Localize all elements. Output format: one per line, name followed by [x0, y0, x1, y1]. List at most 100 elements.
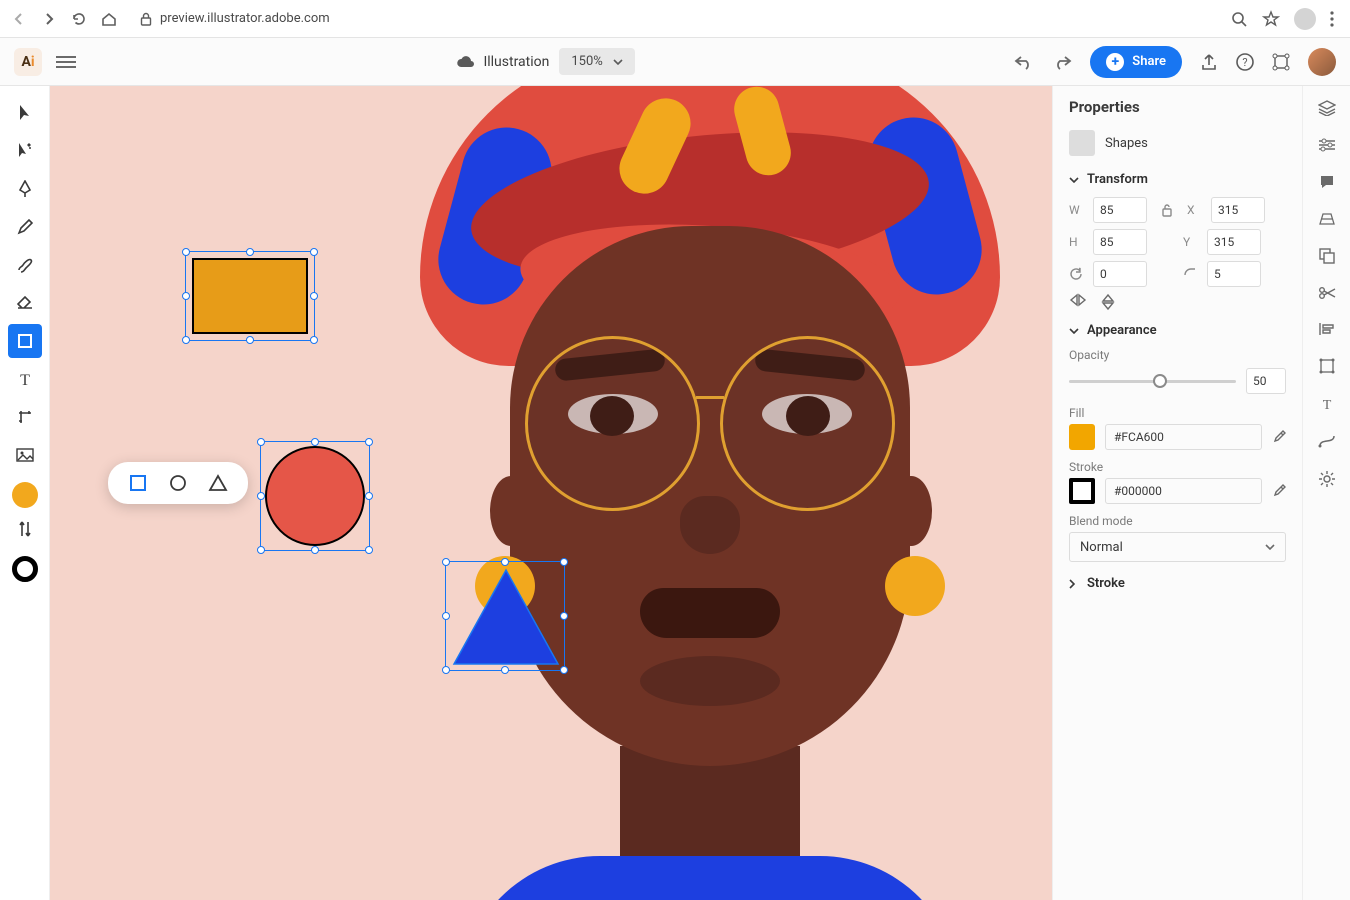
- opacity-input[interactable]: 50: [1246, 368, 1286, 394]
- stroke-hex-input[interactable]: #000000: [1105, 478, 1262, 504]
- layers-icon[interactable]: [1318, 100, 1336, 116]
- swap-fill-stroke[interactable]: [8, 512, 42, 546]
- pencil-tool[interactable]: [8, 210, 42, 244]
- x-input[interactable]: 315: [1211, 197, 1265, 223]
- width-input[interactable]: 85: [1093, 197, 1147, 223]
- y-input[interactable]: 315: [1207, 229, 1261, 255]
- scissors-icon[interactable]: [1318, 286, 1336, 300]
- cloud-icon: [455, 55, 475, 69]
- ellipse-shape-option[interactable]: [168, 473, 188, 493]
- svg-text:?: ?: [1242, 56, 1247, 69]
- adjustments-icon[interactable]: [1318, 138, 1336, 152]
- pathfinder-icon[interactable]: [1319, 248, 1335, 264]
- url-text[interactable]: preview.illustrator.adobe.com: [160, 11, 330, 26]
- star-icon[interactable]: [1262, 10, 1280, 28]
- properties-title: Properties: [1069, 98, 1286, 116]
- place-image-tool[interactable]: [8, 438, 42, 472]
- rotation-input[interactable]: 0: [1093, 261, 1147, 287]
- portrait-illustration: [320, 86, 1052, 900]
- chevron-right-icon: [1069, 579, 1079, 589]
- opacity-label: Opacity: [1069, 348, 1286, 362]
- eyedropper-icon[interactable]: [1272, 430, 1286, 444]
- fill-swatch[interactable]: [12, 482, 38, 508]
- rectangle-shape-option[interactable]: [128, 473, 148, 493]
- browser-avatar[interactable]: [1294, 8, 1316, 30]
- eraser-tool[interactable]: [8, 286, 42, 320]
- rotate-icon: [1069, 267, 1085, 281]
- fill-hex-input[interactable]: #FCA600: [1105, 424, 1262, 450]
- app-logo[interactable]: Ai: [14, 48, 42, 76]
- share-button[interactable]: + Share: [1090, 46, 1182, 78]
- y-label: Y: [1183, 235, 1199, 249]
- direct-selection-tool[interactable]: [8, 134, 42, 168]
- help-icon[interactable]: ?: [1236, 53, 1254, 71]
- x-label: X: [1187, 203, 1203, 217]
- perspective-icon[interactable]: [1318, 212, 1336, 226]
- height-input[interactable]: 85: [1093, 229, 1147, 255]
- stroke-swatch[interactable]: [12, 556, 38, 582]
- flip-horizontal-icon[interactable]: [1069, 293, 1087, 311]
- transform-section-header[interactable]: Transform: [1069, 172, 1286, 187]
- app-toolbar: Ai Illustration 150% + Share ?: [0, 38, 1350, 86]
- svg-text:T: T: [1322, 398, 1331, 412]
- document-title[interactable]: Illustration: [455, 54, 549, 70]
- properties-panel: Properties Shapes Transform W 85 X 315 H…: [1052, 86, 1302, 900]
- brush-tool[interactable]: [8, 248, 42, 282]
- undo-icon[interactable]: [1014, 54, 1034, 70]
- tool-palette: T: [0, 86, 50, 900]
- eyedropper-icon[interactable]: [1272, 484, 1286, 498]
- corner-icon: [1183, 267, 1199, 281]
- pen-tool[interactable]: [8, 172, 42, 206]
- user-avatar[interactable]: [1308, 48, 1336, 76]
- selected-triangle[interactable]: [445, 561, 565, 671]
- path-icon[interactable]: [1318, 434, 1336, 448]
- width-label: W: [1069, 203, 1085, 217]
- selected-rectangle[interactable]: [185, 251, 315, 341]
- export-icon[interactable]: [1200, 53, 1218, 71]
- polygon-shape-option[interactable]: [208, 473, 228, 493]
- chevron-down-icon: [1069, 328, 1079, 334]
- opacity-slider[interactable]: [1069, 380, 1236, 383]
- blend-mode-label: Blend mode: [1069, 514, 1286, 528]
- reload-icon[interactable]: [70, 10, 88, 28]
- forward-icon[interactable]: [40, 10, 58, 28]
- lock-icon: [140, 12, 152, 26]
- menu-icon[interactable]: [56, 56, 76, 68]
- appearance-section-header[interactable]: Appearance: [1069, 323, 1286, 338]
- right-rail: T: [1302, 86, 1350, 900]
- share-plus-icon: +: [1106, 53, 1124, 71]
- canvas[interactable]: [50, 86, 1052, 900]
- transform-icon[interactable]: [1319, 358, 1335, 374]
- fill-label: Fill: [1069, 406, 1286, 420]
- corner-input[interactable]: 5: [1207, 261, 1261, 287]
- svg-text:T: T: [20, 372, 30, 387]
- zoom-selector[interactable]: 150%: [559, 48, 634, 75]
- shape-tool[interactable]: [8, 324, 42, 358]
- browser-toolbar: preview.illustrator.adobe.com: [0, 0, 1350, 38]
- kebab-icon[interactable]: [1330, 11, 1334, 27]
- type-tool[interactable]: T: [8, 362, 42, 396]
- search-icon[interactable]: [1230, 10, 1248, 28]
- selection-tool[interactable]: [8, 96, 42, 130]
- type-panel-icon[interactable]: T: [1319, 396, 1335, 412]
- redo-icon[interactable]: [1052, 54, 1072, 70]
- chevron-down-icon: [1069, 177, 1079, 183]
- align-icon[interactable]: [1319, 322, 1335, 336]
- back-icon[interactable]: [10, 10, 28, 28]
- fill-swatch[interactable]: [1069, 424, 1095, 450]
- height-label: H: [1069, 235, 1085, 249]
- lock-aspect-icon[interactable]: [1161, 203, 1173, 217]
- settings-icon[interactable]: [1318, 470, 1336, 488]
- comment-icon[interactable]: [1319, 174, 1335, 190]
- shape-flyout: [108, 462, 248, 504]
- selection-chip[interactable]: Shapes: [1069, 130, 1286, 156]
- selected-circle[interactable]: [260, 441, 370, 551]
- stroke-section-header[interactable]: Stroke: [1069, 576, 1286, 591]
- blend-mode-select[interactable]: Normal: [1069, 532, 1286, 562]
- home-icon[interactable]: [100, 10, 118, 28]
- artboard-tool[interactable]: [8, 400, 42, 434]
- flip-vertical-icon[interactable]: [1101, 293, 1115, 311]
- bounding-icon[interactable]: [1272, 53, 1290, 71]
- chevron-down-icon: [1265, 544, 1275, 550]
- stroke-swatch[interactable]: [1069, 478, 1095, 504]
